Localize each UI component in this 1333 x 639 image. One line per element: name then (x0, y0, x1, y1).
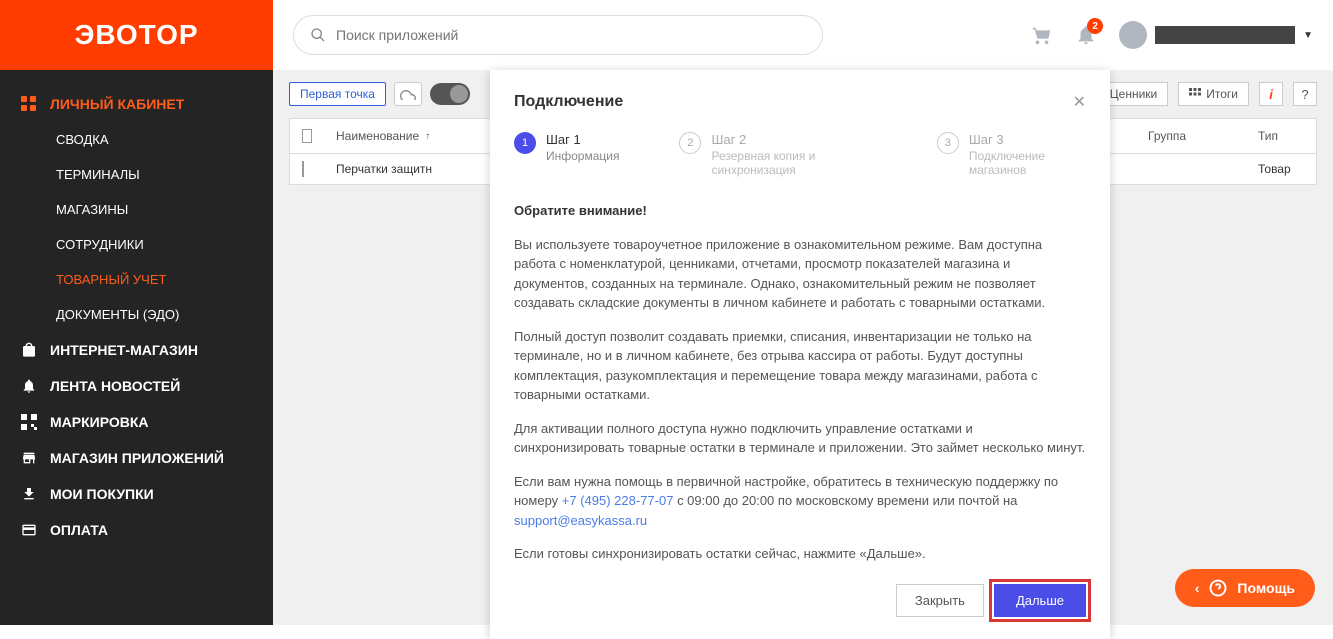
close-button[interactable]: Закрыть (896, 584, 984, 617)
step-2: 2 Шаг 2 Резервная копия и синхронизация (679, 132, 876, 177)
store-icon (20, 450, 38, 466)
qr-icon (20, 414, 38, 430)
location-chip[interactable]: Первая точка (289, 82, 386, 106)
th-type[interactable]: Тип (1246, 119, 1316, 153)
sidebar-item-purchases[interactable]: МОИ ПОКУПКИ (0, 476, 273, 512)
modal-connection: Подключение ✕ 1 Шаг 1 Информация 2 Шаг 2… (490, 70, 1110, 639)
modal-paragraph: Если готовы синхронизировать остатки сей… (514, 544, 1086, 564)
sidebar-item-terminals[interactable]: ТЕРМИНАЛЫ (0, 157, 273, 192)
cart-icon[interactable] (1031, 24, 1053, 46)
modal-paragraph: Вы используете товароучетное приложение … (514, 235, 1086, 313)
user-name (1155, 26, 1295, 44)
close-icon[interactable]: ✕ (1073, 92, 1086, 112)
avatar-icon (1119, 21, 1147, 49)
row-checkbox[interactable] (302, 161, 304, 177)
step-number: 3 (937, 132, 959, 154)
attention-heading: Обратите внимание! (514, 201, 1086, 221)
sidebar-label: ЛИЧНЫЙ КАБИНЕТ (50, 96, 184, 112)
support-email-link[interactable]: support@easykassa.ru (514, 513, 647, 528)
sidebar-item-documents[interactable]: ДОКУМЕНТЫ (ЭДО) (0, 297, 273, 332)
sidebar-item-appstore[interactable]: МАГАЗИН ПРИЛОЖЕНИЙ (0, 440, 273, 476)
user-menu[interactable]: ▼ (1119, 21, 1313, 49)
support-phone-link[interactable]: +7 (495) 228-77-07 (562, 493, 674, 508)
step-number: 1 (514, 132, 536, 154)
next-button[interactable]: Дальше (994, 584, 1086, 617)
modal-title: Подключение (514, 93, 623, 111)
help-fab-label: Помощь (1237, 580, 1295, 596)
step-number: 2 (679, 132, 701, 154)
card-icon (20, 522, 38, 538)
sidebar: ЛИЧНЫЙ КАБИНЕТ СВОДКА ТЕРМИНАЛЫ МАГАЗИНЫ… (0, 70, 273, 625)
cell-type: Товар (1246, 154, 1316, 184)
sidebar-item-account[interactable]: ЛИЧНЫЙ КАБИНЕТ (0, 86, 273, 122)
cell-group (1136, 154, 1246, 184)
step-1: 1 Шаг 1 Информация (514, 132, 619, 177)
sidebar-item-staff[interactable]: СОТРУДНИКИ (0, 227, 273, 262)
th-checkbox[interactable] (290, 119, 324, 153)
sidebar-item-payment[interactable]: ОПЛАТА (0, 512, 273, 548)
bell-icon (20, 378, 38, 394)
step-3: 3 Шаг 3 Подключение магазинов (937, 132, 1086, 177)
sidebar-item-marking[interactable]: МАРКИРОВКА (0, 404, 273, 440)
search-icon (310, 27, 326, 43)
th-group[interactable]: Группа (1136, 119, 1246, 153)
search-input[interactable] (336, 27, 806, 43)
help-circle-icon (1209, 579, 1227, 597)
modal-paragraph: Полный доступ позволит создавать приемки… (514, 327, 1086, 405)
totals-button[interactable]: Итоги (1178, 82, 1249, 106)
notification-icon[interactable]: 2 (1075, 24, 1097, 46)
logo-area: ЭВОТОР (0, 0, 273, 70)
toggle-switch[interactable] (430, 83, 470, 105)
info-button[interactable]: i (1259, 82, 1283, 106)
chevron-down-icon: ▼ (1303, 30, 1313, 41)
sort-up-icon: ↑ (425, 131, 430, 142)
sidebar-item-inventory[interactable]: ТОВАРНЫЙ УЧЕТ (0, 262, 273, 297)
sidebar-item-ecommerce[interactable]: ИНТЕРНЕТ-МАГАЗИН (0, 332, 273, 368)
wizard-steps: 1 Шаг 1 Информация 2 Шаг 2 Резервная коп… (514, 132, 1086, 177)
modal-body: Обратите внимание! Вы используете товаро… (514, 201, 1086, 564)
cloud-icon[interactable] (394, 82, 422, 106)
chevron-left-icon: ‹ (1195, 580, 1200, 596)
search-box[interactable] (293, 15, 823, 55)
modal-paragraph: Для активации полного доступа нужно подк… (514, 419, 1086, 458)
sidebar-item-summary[interactable]: СВОДКА (0, 122, 273, 157)
download-icon (20, 486, 38, 502)
notification-badge: 2 (1087, 18, 1103, 34)
help-fab[interactable]: ‹ Помощь (1175, 569, 1315, 607)
sidebar-item-news[interactable]: ЛЕНТА НОВОСТЕЙ (0, 368, 273, 404)
bag-icon (20, 342, 38, 358)
sidebar-item-stores[interactable]: МАГАЗИНЫ (0, 192, 273, 227)
logo-text: ЭВОТОР (74, 19, 198, 51)
modal-paragraph: Если вам нужна помощь в первичной настро… (514, 472, 1086, 531)
grid-icon (20, 96, 38, 112)
help-button[interactable]: ? (1293, 82, 1317, 106)
